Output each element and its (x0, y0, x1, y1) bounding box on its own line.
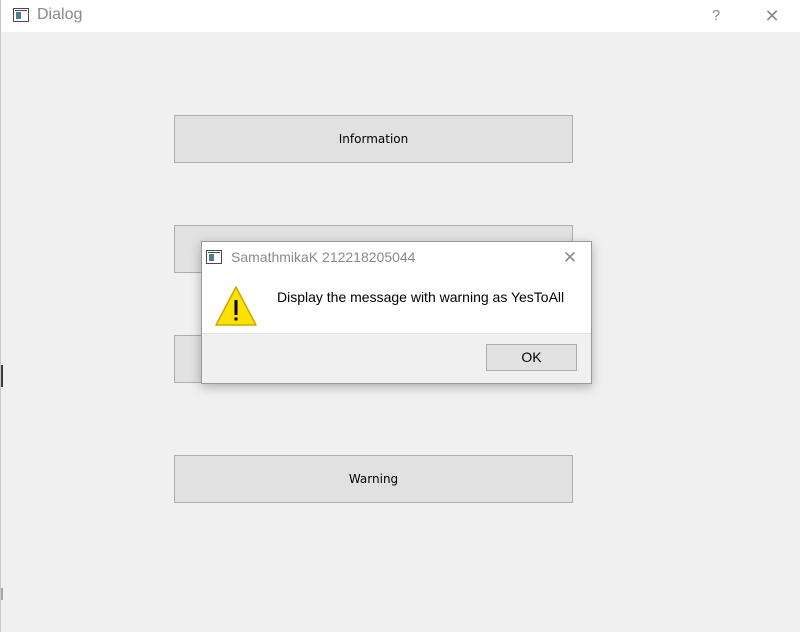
help-button[interactable]: ? (703, 4, 729, 28)
close-button[interactable]: ✕ (759, 4, 785, 28)
background-window-edge (1, 365, 3, 387)
background-window-edge (1, 588, 3, 600)
app-icon (206, 250, 222, 264)
window-title: Dialog (37, 6, 83, 23)
warning-icon (215, 286, 257, 326)
warning-button[interactable]: Warning (174, 455, 573, 503)
app-icon (13, 8, 29, 22)
title-bar: Dialog ? ✕ (1, 0, 800, 32)
message-box-title-bar: SamathmikaK 212218205044 ✕ (202, 242, 591, 274)
message-box-footer: OK (202, 333, 591, 383)
ok-button[interactable]: OK (486, 344, 577, 371)
information-button[interactable]: Information (174, 115, 573, 163)
message-text: Display the message with warning as YesT… (277, 289, 565, 305)
message-box: SamathmikaK 212218205044 ✕ Display the m… (201, 241, 592, 384)
message-box-close-button[interactable]: ✕ (558, 246, 582, 270)
message-box-title: SamathmikaK 212218205044 (231, 249, 416, 265)
